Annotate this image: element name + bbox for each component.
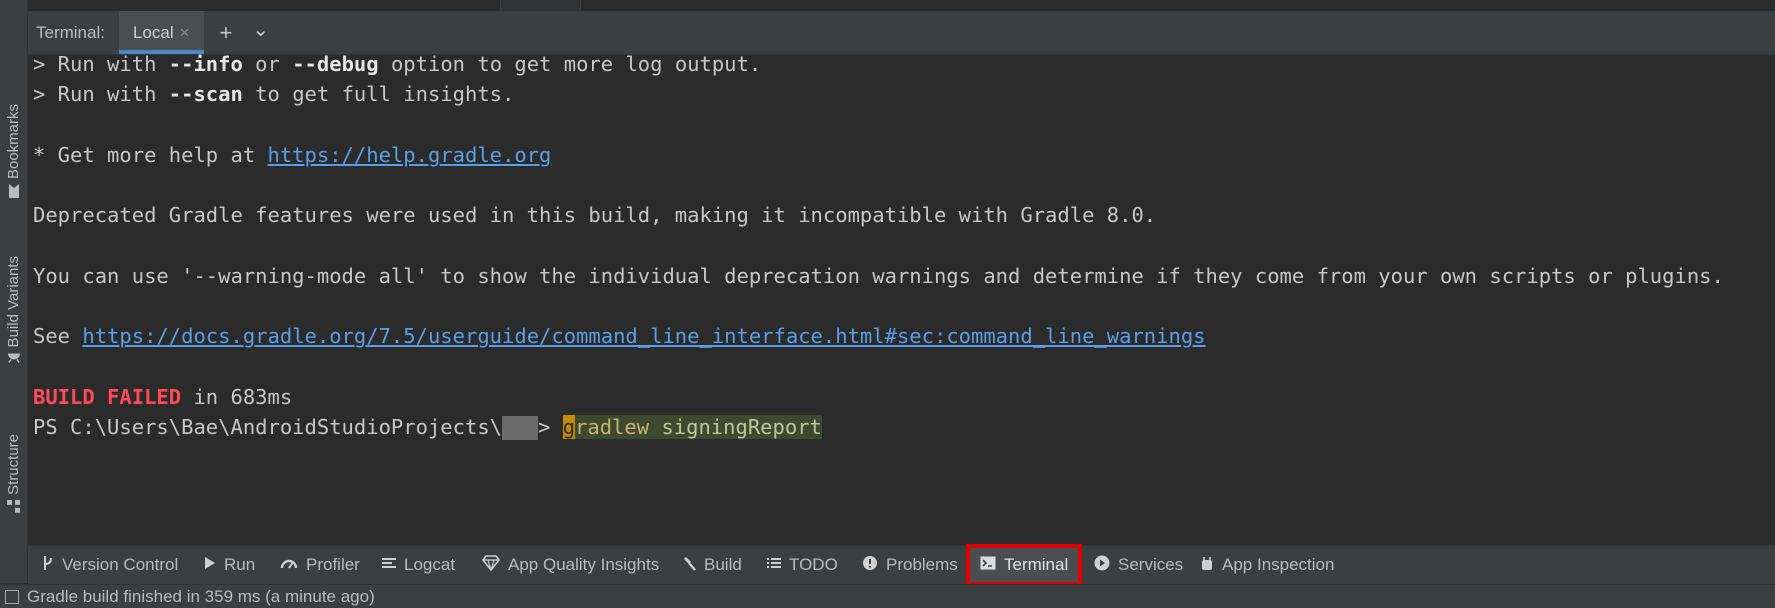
- structure-tab[interactable]: Structure: [0, 420, 27, 527]
- android-icon: [5, 352, 22, 364]
- log-text: to get full insights.: [242, 82, 515, 106]
- tool-logcat[interactable]: Logcat: [382, 546, 455, 584]
- docs-link[interactable]: https://docs.gradle.org/7.5/userguide/co…: [82, 324, 1205, 348]
- status-panel-icon[interactable]: [5, 589, 19, 604]
- tool-todo[interactable]: TODO: [767, 546, 838, 584]
- close-icon[interactable]: ×: [180, 23, 190, 43]
- terminal-icon: [980, 556, 996, 575]
- log-line: > Run with --info or --debug option to g…: [33, 49, 761, 79]
- tool-label: TODO: [789, 555, 838, 574]
- tool-label: App Quality Insights: [508, 555, 660, 574]
- tool-label: Build: [704, 555, 742, 574]
- command-name: radlew: [575, 415, 650, 439]
- log-line: * Get more help at https://help.gradle.o…: [33, 140, 551, 170]
- tool-services[interactable]: Services: [1094, 546, 1183, 584]
- editor-top-strip: [27, 0, 1775, 11]
- tool-label: Profiler: [306, 555, 360, 574]
- hammer-icon: [680, 555, 696, 576]
- build-variants-tab-label: Build Variants: [5, 255, 22, 348]
- chevron-down-icon[interactable]: ⌄: [242, 11, 279, 54]
- play-icon: [204, 556, 216, 575]
- log-line: Deprecated Gradle features were used in …: [33, 203, 1157, 227]
- status-bar: Gradle build finished in 359 ms (a minut…: [0, 584, 1775, 608]
- logcat-icon: [382, 556, 396, 574]
- tab-local-label: Local: [132, 22, 174, 42]
- tool-app-inspection[interactable]: App Inspection: [1200, 546, 1334, 584]
- services-icon: [1094, 555, 1110, 576]
- flag-debug: --debug: [292, 52, 379, 76]
- tab-local[interactable]: Local ×: [118, 11, 204, 54]
- editor-gutter-edge: [500, 0, 580, 11]
- command-argument: signingReport: [649, 415, 822, 439]
- log-line: See https://docs.gradle.org/7.5/userguid…: [33, 321, 1206, 351]
- tool-terminal[interactable]: Terminal: [965, 544, 1083, 586]
- tool-label: Terminal: [1004, 555, 1069, 574]
- tool-label: App Inspection: [1222, 555, 1335, 574]
- structure-tab-label: Structure: [5, 434, 22, 495]
- bookmarks-tab[interactable]: Bookmarks: [0, 95, 27, 207]
- terminal-output[interactable]: > Run with --info or --debug option to g…: [28, 52, 1775, 545]
- tool-version-control[interactable]: Version Control: [42, 546, 178, 584]
- bookmark-icon: [5, 184, 22, 199]
- log-line: > Run with --scan to get full insights.: [33, 79, 514, 109]
- tool-label: Version Control: [62, 555, 179, 574]
- build-variants-tab[interactable]: Build Variants: [0, 225, 27, 395]
- redacted-block: [502, 416, 538, 440]
- build-failed-label: BUILD FAILED: [33, 385, 182, 409]
- tool-label: Services: [1118, 555, 1184, 574]
- tool-run[interactable]: Run: [204, 546, 255, 584]
- tool-window-bar: Version Control Run Profiler Logcat App …: [28, 544, 1775, 586]
- tool-problems[interactable]: Problems: [862, 546, 958, 584]
- log-text: See: [33, 324, 83, 348]
- info-circle-icon: [862, 555, 878, 576]
- tool-build[interactable]: Build: [680, 546, 742, 584]
- log-text: in 683ms: [181, 385, 293, 409]
- log-line: You can use '--warning-mode all' to show…: [33, 264, 1724, 288]
- bookmarks-tab-label: Bookmarks: [5, 103, 22, 180]
- terminal-title: Terminal:: [36, 22, 105, 42]
- flag-scan: --scan: [168, 82, 243, 106]
- tool-profiler[interactable]: Profiler: [280, 546, 360, 584]
- diamond-icon: [481, 554, 501, 576]
- prompt-marker: >: [538, 415, 563, 439]
- log-line: BUILD FAILED in 683ms: [33, 382, 292, 412]
- prompt-path: PS C:\Users\Bae\AndroidStudioProjects\: [33, 415, 502, 439]
- log-text: > Run with: [33, 82, 169, 106]
- tool-label: Run: [224, 555, 256, 574]
- branch-icon: [42, 555, 54, 576]
- log-text: * Get more help at: [33, 143, 268, 167]
- log-text: or: [242, 52, 293, 76]
- prompt-line[interactable]: PS C:\Users\Bae\AndroidStudioProjects\ > …: [33, 412, 822, 442]
- gauge-icon: [280, 556, 298, 574]
- log-text: > Run with: [33, 52, 169, 76]
- tool-label: Logcat: [404, 555, 456, 574]
- help-link[interactable]: https://help.gradle.org: [268, 143, 552, 167]
- structure-icon: [5, 499, 22, 513]
- add-icon[interactable]: +: [210, 11, 243, 54]
- flag-info: --info: [168, 52, 243, 76]
- divider: [580, 0, 581, 11]
- tool-app-quality-insights[interactable]: App Quality Insights: [481, 546, 660, 584]
- command-input[interactable]: gradlew signingReport: [562, 415, 822, 439]
- left-tool-strip: Bookmarks Build Variants Structure: [0, 0, 28, 583]
- status-message: Gradle build finished in 359 ms (a minut…: [27, 586, 375, 606]
- text-cursor: g: [562, 415, 576, 439]
- log-text: option to get more log output.: [378, 52, 762, 76]
- inspection-icon: [1200, 555, 1214, 576]
- list-icon: [767, 556, 781, 574]
- divider: [500, 0, 501, 11]
- tool-label: Problems: [886, 555, 958, 574]
